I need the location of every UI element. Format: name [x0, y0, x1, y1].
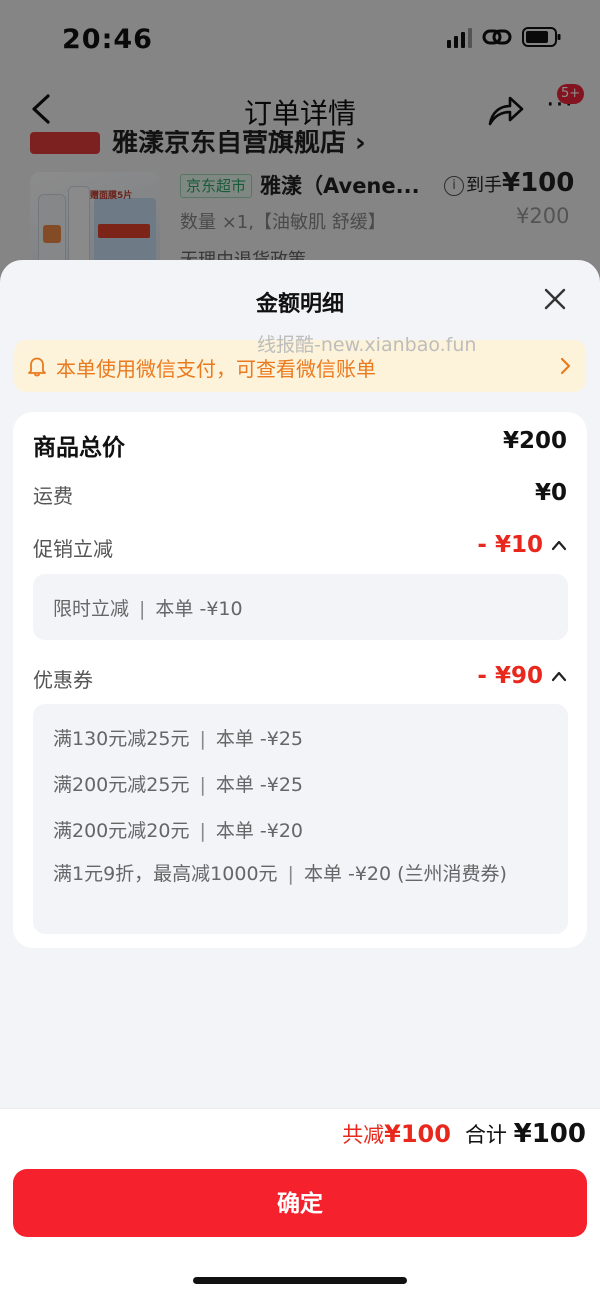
separator: |: [199, 820, 206, 842]
coupon-item-detail: 本单 -¥25: [215, 728, 304, 750]
notice-text: 本单使用微信支付，可查看微信账单: [56, 357, 376, 381]
shipping-label: 运费: [33, 484, 73, 508]
total-value: ¥100: [513, 1119, 586, 1149]
coupon-item: 满200元减25元 | 本单 -¥25: [53, 770, 303, 797]
coupon-item: 满1元9折，最高减1000元 | 本单 -¥20 (兰州消费券): [53, 862, 553, 887]
chevron-right-icon: [560, 357, 571, 375]
coupon-item-name: 满200元减20元: [53, 820, 190, 842]
close-icon[interactable]: [540, 284, 570, 314]
promotion-item: 限时立减 | 本单 -¥10: [53, 594, 243, 621]
confirm-button[interactable]: 确定: [13, 1169, 587, 1237]
goods-total-label: 商品总价: [33, 435, 125, 461]
promotion-item-detail: 本单 -¥10: [155, 598, 243, 620]
coupon-item-detail: 本单 -¥20 (兰州消费券): [303, 863, 507, 885]
sheet-title: 金额明细: [255, 292, 344, 317]
coupon-item-detail: 本单 -¥25: [215, 774, 304, 796]
coupon-item-detail: 本单 -¥20: [215, 820, 304, 842]
coupons-detail-box: 满130元减25元 | 本单 -¥25 满200元减25元 | 本单 -¥25 满200…: [33, 704, 568, 934]
shipping-value: ¥0: [534, 480, 567, 506]
coupon-item-name: 满1元9折，最高减1000元: [53, 863, 278, 885]
separator: |: [199, 728, 206, 750]
total-discount-value: ¥100: [384, 1120, 451, 1148]
promotion-value[interactable]: - ¥10: [477, 532, 543, 558]
separator: |: [287, 863, 294, 885]
total-summary: 共减¥100 合计 ¥100: [342, 1119, 586, 1149]
total-discount-label: 共减: [342, 1123, 385, 1147]
separator: |: [139, 598, 146, 620]
coupon-item: 满200元减20元 | 本单 -¥20: [53, 816, 303, 843]
coupons-value[interactable]: - ¥90: [477, 663, 543, 689]
promotion-label: 促销立减: [33, 537, 113, 561]
chevron-up-icon[interactable]: [551, 670, 567, 682]
promotion-item-name: 限时立减: [53, 598, 130, 620]
home-indicator[interactable]: [193, 1277, 407, 1284]
promotion-detail-box: 限时立减 | 本单 -¥10: [33, 574, 568, 640]
coupon-item-name: 满130元减25元: [53, 728, 190, 750]
goods-total-value: ¥200: [502, 428, 567, 454]
chevron-up-icon[interactable]: [551, 539, 567, 551]
modal-overlay[interactable]: [0, 0, 600, 300]
watermark: 线报酷-new.xianbao.fun: [257, 334, 477, 356]
separator: |: [199, 774, 206, 796]
coupon-item-name: 满200元减25元: [53, 774, 190, 796]
bell-icon: [28, 357, 46, 377]
coupons-label: 优惠券: [33, 668, 93, 692]
coupon-item: 满130元减25元 | 本单 -¥25: [53, 724, 303, 751]
footer-bar: 共减¥100 合计 ¥100 确定: [0, 1108, 600, 1298]
total-label: 合计: [464, 1123, 507, 1147]
breakdown-card: 商品总价 ¥200 运费 ¥0 促销立减 - ¥10 限时立减 | 本单 -¥10 …: [13, 412, 587, 948]
